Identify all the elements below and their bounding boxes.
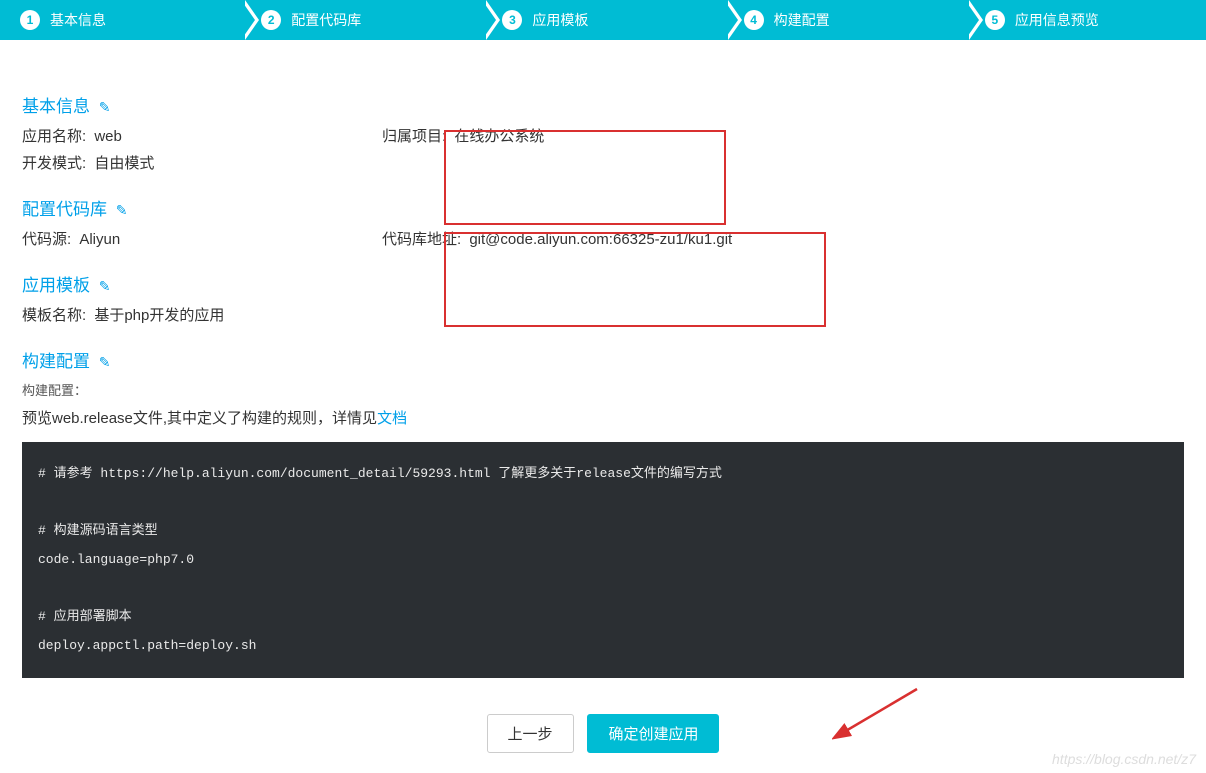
confirm-create-button[interactable]: 确定创建应用 — [587, 714, 719, 753]
step-number: 3 — [502, 10, 522, 30]
dev-mode-value: 自由模式 — [94, 155, 154, 172]
step-number: 1 — [20, 10, 40, 30]
wizard-stepper: 1 基本信息 2 配置代码库 3 应用模板 4 构建配置 5 应用信息预览 — [0, 0, 1206, 40]
preview-text-prefix: 预览web.release文件,其中定义了构建的规则，详情见 — [22, 410, 377, 427]
section-title-text: 基本信息 — [22, 97, 90, 116]
step-label: 构建配置 — [774, 10, 830, 30]
app-name-value: web — [94, 128, 122, 145]
section-title-template: 应用模板 ✎ — [22, 271, 1184, 296]
step-app-template[interactable]: 3 应用模板 — [482, 0, 723, 40]
section-title-text: 构建配置 — [22, 352, 90, 371]
step-label: 应用模板 — [532, 10, 588, 30]
edit-icon[interactable]: ✎ — [99, 278, 111, 294]
section-title-repo: 配置代码库 ✎ — [22, 195, 1184, 220]
edit-icon[interactable]: ✎ — [99, 354, 111, 370]
section-title-build: 构建配置 ✎ — [22, 347, 1184, 372]
action-bar: 上一步 确定创建应用 — [22, 714, 1184, 753]
prev-button[interactable]: 上一步 — [487, 714, 574, 753]
app-name-label: 应用名称: — [22, 128, 86, 145]
dev-mode-label: 开发模式: — [22, 155, 86, 172]
section-title-text: 应用模板 — [22, 276, 90, 295]
edit-icon[interactable]: ✎ — [99, 99, 111, 115]
step-label: 配置代码库 — [291, 10, 361, 30]
step-number: 4 — [744, 10, 764, 30]
project-label: 归属项目: — [382, 128, 446, 145]
template-name-value: 基于php开发的应用 — [94, 307, 224, 324]
repo-addr-value: git@code.aliyun.com:66325-zu1/ku1.git — [469, 231, 732, 248]
edit-icon[interactable]: ✎ — [116, 202, 128, 218]
step-number: 2 — [261, 10, 281, 30]
build-preview-text: 预览web.release文件,其中定义了构建的规则，详情见文档 — [22, 407, 1184, 428]
release-file-code: # 请参考 https://help.aliyun.com/document_d… — [22, 442, 1184, 678]
step-label: 应用信息预览 — [1015, 10, 1099, 30]
template-name-label: 模板名称: — [22, 307, 86, 324]
step-build-config[interactable]: 4 构建配置 — [724, 0, 965, 40]
code-source-label: 代码源: — [22, 231, 71, 248]
step-config-repo[interactable]: 2 配置代码库 — [241, 0, 482, 40]
step-label: 基本信息 — [50, 10, 106, 30]
step-number: 5 — [985, 10, 1005, 30]
preview-content: 基本信息 ✎ 应用名称: web 归属项目: 在线办公系统 开发模式: 自由模式… — [0, 40, 1206, 773]
step-app-preview[interactable]: 5 应用信息预览 — [965, 0, 1206, 40]
code-source-value: Aliyun — [79, 231, 120, 248]
section-title-basic: 基本信息 ✎ — [22, 92, 1184, 117]
doc-link[interactable]: 文档 — [377, 410, 407, 427]
watermark-text: https://blog.csdn.net/z7 — [1052, 751, 1196, 767]
step-basic-info[interactable]: 1 基本信息 — [0, 0, 241, 40]
section-title-text: 配置代码库 — [22, 200, 107, 219]
project-value: 在线办公系统 — [454, 128, 544, 145]
build-config-sublabel: 构建配置： — [22, 380, 1184, 399]
repo-addr-label: 代码库地址: — [382, 231, 461, 248]
arrow-annotation-icon — [832, 684, 922, 744]
